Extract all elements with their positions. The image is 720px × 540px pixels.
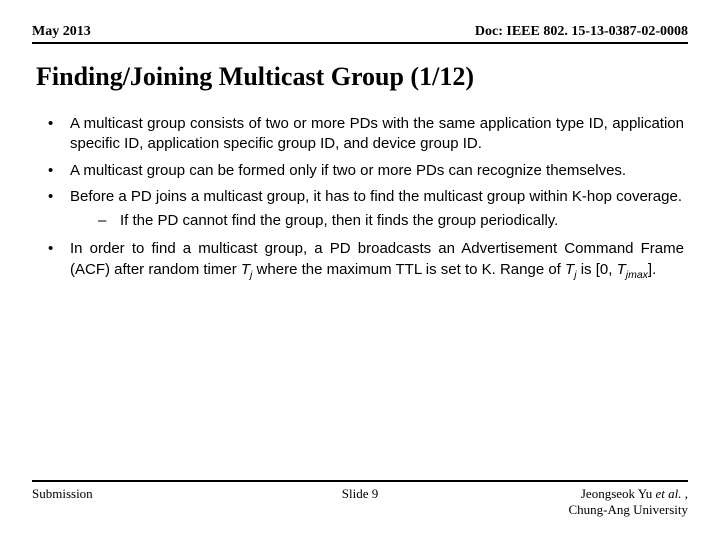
bullet-text: In order to find a multicast group, a PD… [70, 239, 684, 281]
bullet-item: • A multicast group consists of two or m… [42, 114, 684, 155]
sub-bullet-item: – If the PD cannot find the group, then … [70, 211, 684, 231]
footer-author: Jeongseok Yu et al. , Chung-Ang Universi… [568, 486, 688, 519]
footer-comma: , [682, 486, 689, 501]
bullet-text-part: where the maximum TTL is set to K. Range… [252, 261, 565, 278]
bullet-text: Before a PD joins a multicast group, it … [70, 187, 684, 234]
slide-title: Finding/Joining Multicast Group (1/12) [36, 62, 688, 92]
bullet-text-part: ]. [648, 261, 656, 278]
math-subscript: jmax [626, 269, 648, 281]
slide-body: • A multicast group consists of two or m… [32, 114, 688, 282]
bullet-marker: • [42, 161, 70, 181]
bullet-item: • In order to find a multicast group, a … [42, 239, 684, 281]
bullet-marker: • [42, 114, 70, 155]
footer-bar: Submission Slide 9 Jeongseok Yu et al. ,… [32, 480, 688, 519]
bullet-text-part: is [0, [577, 261, 617, 278]
bullet-item: • Before a PD joins a multicast group, i… [42, 187, 684, 234]
math-symbol: T [241, 261, 250, 278]
bullet-text: A multicast group consists of two or mor… [70, 114, 684, 155]
footer-etal: et al. [656, 486, 682, 501]
bullet-marker: • [42, 239, 70, 281]
header-doc-id: Doc: IEEE 802. 15-13-0387-02-0008 [475, 24, 688, 40]
header-date: May 2013 [32, 24, 91, 40]
sub-bullet-marker: – [98, 211, 120, 231]
header-bar: May 2013 Doc: IEEE 802. 15-13-0387-02-00… [32, 24, 688, 44]
footer-left: Submission [32, 486, 93, 502]
bullet-text: A multicast group can be formed only if … [70, 161, 684, 181]
footer-author-name: Jeongseok Yu [581, 486, 656, 501]
bullet-item: • A multicast group can be formed only i… [42, 161, 684, 181]
footer-affiliation: Chung-Ang University [568, 502, 688, 517]
sub-bullet-text: If the PD cannot find the group, then it… [120, 211, 558, 231]
bullet-marker: • [42, 187, 70, 234]
math-symbol: T [617, 261, 626, 278]
bullet-text-span: Before a PD joins a multicast group, it … [70, 188, 682, 205]
math-symbol: T [565, 261, 574, 278]
